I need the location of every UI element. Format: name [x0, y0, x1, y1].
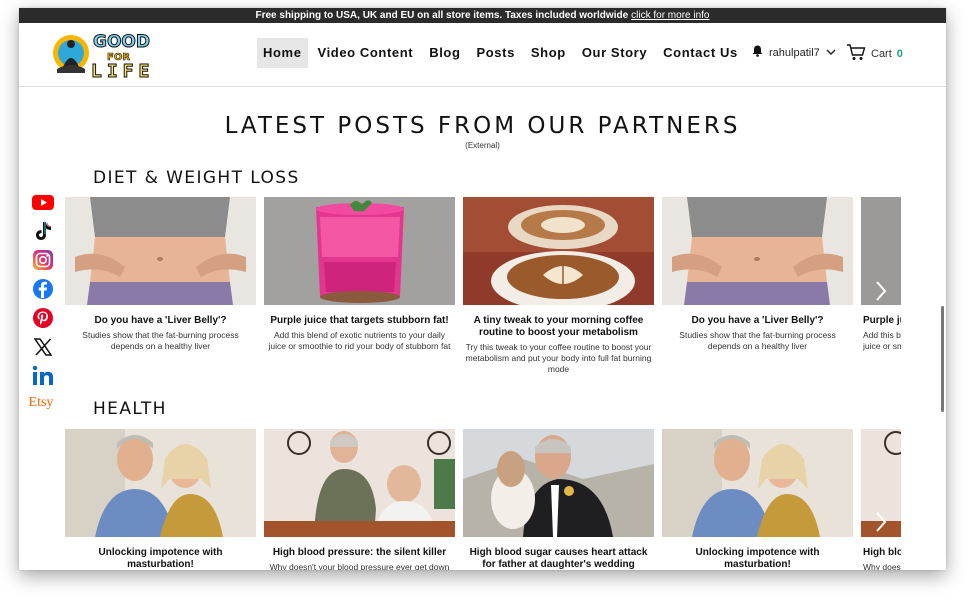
post-image[interactable]	[662, 197, 853, 305]
username[interactable]: rahulpatil7	[769, 47, 820, 59]
post-description: Studies show that the fat-burning proces…	[82, 330, 239, 351]
tiktok-icon[interactable]	[32, 220, 54, 242]
logo-text-1: GOOD	[93, 32, 150, 52]
social-sidebar: Etsy	[29, 191, 57, 419]
post-image[interactable]	[264, 429, 455, 537]
post-image[interactable]	[264, 197, 455, 305]
health-carousel: Unlocking impotence with masturbation! H…	[65, 429, 901, 570]
page-scrollbar[interactable]	[941, 306, 944, 412]
post-title[interactable]: High blood sugar causes heart attack for…	[463, 547, 654, 570]
post-card[interactable]: High blood pressure: the silent killer W…	[861, 429, 901, 570]
site-header: GOOD FOR LIFE Home Video Content Blog Po…	[19, 23, 946, 87]
post-card[interactable]: Do you have a 'Liver Belly'? Studies sho…	[662, 197, 853, 352]
cart-label: Cart	[871, 48, 892, 60]
announcement-bar: Free shipping to USA, UK and EU on all s…	[19, 8, 946, 23]
post-image[interactable]	[65, 429, 256, 537]
category-heading-diet: DIET & WEIGHT LOSS	[93, 168, 300, 188]
post-card[interactable]: Do you have a 'Liver Belly'? Studies sho…	[65, 197, 256, 352]
browser-window: Free shipping to USA, UK and EU on all s…	[19, 8, 946, 570]
nav-contact-us[interactable]: Contact Us	[657, 38, 744, 68]
announcement-text: Free shipping to USA, UK and EU on all s…	[255, 10, 629, 21]
x-icon[interactable]	[32, 336, 54, 358]
nav-posts[interactable]: Posts	[471, 38, 521, 68]
carousel-next-arrow-diet[interactable]	[874, 280, 888, 302]
post-title[interactable]: Purple juice that targets stubborn fat!	[264, 315, 455, 327]
post-description: Studies show that the fat-burning proces…	[679, 330, 836, 351]
post-card[interactable]: High blood sugar causes heart attack for…	[463, 429, 654, 570]
nav-blog[interactable]: Blog	[423, 38, 466, 68]
diet-carousel: Do you have a 'Liver Belly'? Studies sho…	[65, 197, 901, 377]
section-subtitle: (External)	[465, 141, 500, 150]
cart-count: 0	[896, 48, 903, 60]
carousel-next-arrow-health[interactable]	[874, 511, 888, 533]
post-title[interactable]: Unlocking impotence with masturbation!	[662, 547, 853, 570]
nav-shop[interactable]: Shop	[525, 38, 572, 68]
nav-video-content[interactable]: Video Content	[312, 38, 420, 68]
instagram-icon[interactable]	[32, 249, 54, 271]
post-description: Try this tweak to your coffee routine to…	[465, 342, 652, 374]
post-card[interactable]: Unlocking impotence with masturbation!	[65, 429, 256, 570]
post-card[interactable]: Unlocking impotence with masturbation!	[662, 429, 853, 570]
post-description: Add this blend of exotic nutrients to yo…	[268, 330, 451, 351]
cart-button[interactable]: Cart 0	[846, 44, 903, 64]
site-logo[interactable]: GOOD FOR LIFE	[51, 27, 161, 83]
bell-icon[interactable]	[752, 45, 763, 60]
user-menu[interactable]: rahulpatil7	[752, 45, 836, 60]
logo-text-3: LIFE	[91, 61, 154, 81]
nav-home[interactable]: Home	[257, 38, 308, 68]
post-description: Why doesn't your blood pressure ever get…	[863, 562, 901, 570]
section-title: LATEST POSTS FROM OUR PARTNERS	[224, 113, 741, 139]
post-title[interactable]: High blood pressure: the silent killer	[264, 547, 455, 559]
post-image[interactable]	[463, 429, 654, 537]
more-info-link[interactable]: click for more info	[631, 10, 709, 21]
post-title[interactable]: Purple juice that targets stubborn fat!	[861, 315, 901, 327]
post-title[interactable]: Do you have a 'Liver Belly'?	[65, 315, 256, 327]
post-card[interactable]: Purple juice that targets stubborn fat! …	[264, 197, 455, 352]
post-card[interactable]: High blood pressure: the silent killer W…	[264, 429, 455, 570]
post-description: Why doesn't your blood pressure ever get…	[269, 562, 450, 570]
post-title[interactable]: Do you have a 'Liver Belly'?	[662, 315, 853, 327]
category-heading-health: HEALTH	[93, 399, 167, 419]
post-card[interactable]: A tiny tweak to your morning coffee rout…	[463, 197, 654, 375]
nav-our-story[interactable]: Our Story	[576, 38, 653, 68]
post-description: Add this blend of exotic nutrients to yo…	[863, 330, 901, 351]
post-title[interactable]: A tiny tweak to your morning coffee rout…	[463, 315, 654, 339]
post-image[interactable]	[65, 197, 256, 305]
main-nav: Home Video Content Blog Posts Shop Our S…	[257, 38, 748, 68]
post-image[interactable]	[662, 429, 853, 537]
pinterest-icon[interactable]	[32, 307, 54, 329]
cart-icon	[846, 44, 866, 64]
post-image[interactable]	[463, 197, 654, 305]
facebook-icon[interactable]	[32, 278, 54, 300]
post-title[interactable]: High blood pressure: the silent killer	[861, 547, 901, 559]
post-title[interactable]: Unlocking impotence with masturbation!	[65, 547, 256, 570]
post-card[interactable]: Purple juice that targets stubborn fat! …	[861, 197, 901, 352]
etsy-icon[interactable]: Etsy	[27, 394, 55, 412]
chevron-down-icon[interactable]	[826, 47, 836, 59]
youtube-icon[interactable]	[32, 191, 54, 213]
linkedin-icon[interactable]	[32, 365, 54, 387]
